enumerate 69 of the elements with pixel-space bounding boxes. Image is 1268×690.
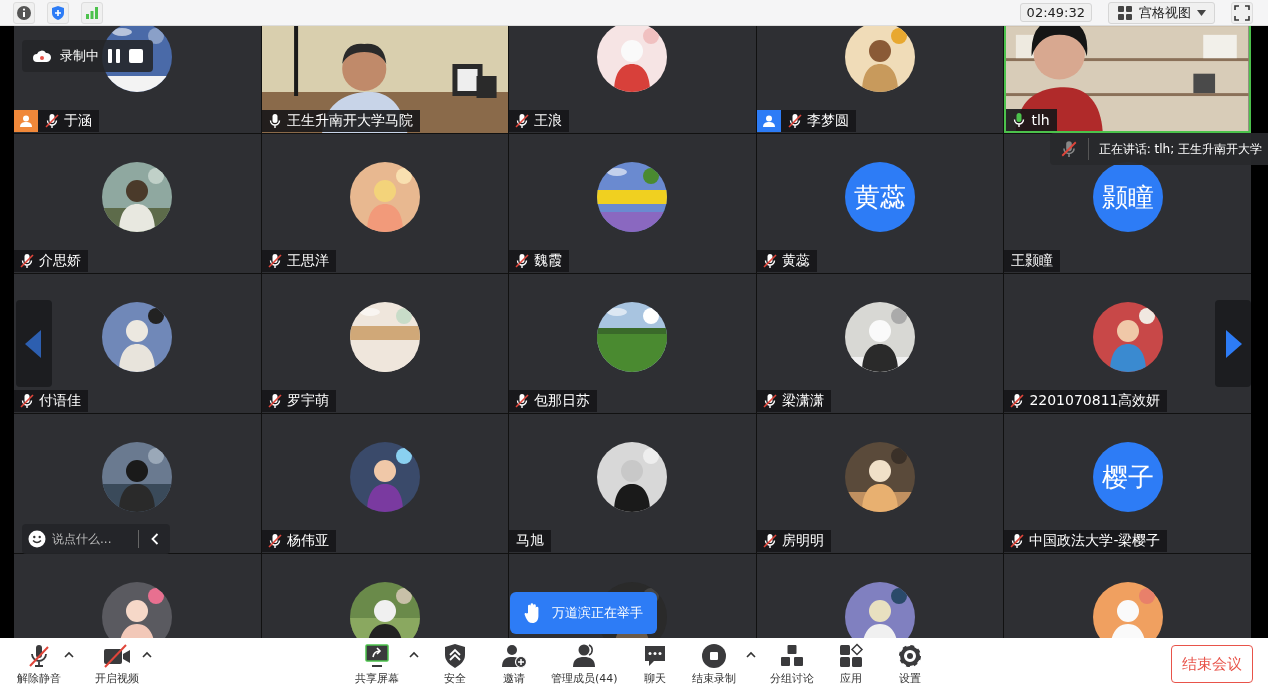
people-icon [571, 642, 598, 669]
stop-circle-icon [700, 642, 727, 669]
screen-arrow-icon [364, 642, 390, 669]
view-button[interactable]: 宫格视图 [1108, 1, 1215, 24]
toolbar-button[interactable]: 应用 [825, 642, 876, 686]
dropdown-arrow-icon [1197, 9, 1206, 16]
security-button[interactable] [47, 1, 69, 24]
toolbar-button[interactable]: 结束录制 [688, 642, 739, 686]
toolbar-button[interactable]: 安全 [430, 642, 480, 686]
participant-name: tlh [1031, 112, 1050, 128]
recording-status: 录制中 [60, 47, 99, 65]
end-meeting-button[interactable]: 结束会议 [1171, 645, 1253, 683]
pause-button[interactable] [107, 48, 121, 64]
avatar: 颢瞳 [1092, 162, 1163, 232]
speaking-text: 正在讲话: tlh; 王生升南开大学 [1098, 140, 1262, 158]
participant-name: 黄蕊 [781, 252, 810, 270]
caret-icon[interactable] [64, 650, 74, 658]
squares-icon [778, 642, 805, 669]
toolbar-button[interactable]: 聊天 [629, 642, 680, 686]
settings-icon [896, 642, 923, 669]
participant-name: 于涵 [64, 112, 92, 130]
participant-name: 房明明 [781, 532, 824, 550]
meeting-timer: 02:49:32 [1019, 3, 1092, 22]
participant-name: 王浪 [534, 112, 563, 130]
previous-page-button[interactable] [16, 300, 52, 387]
muted-mic-icon [1059, 140, 1078, 158]
apps-icon [837, 642, 864, 669]
toolbar-button[interactable]: 开启视频 [92, 642, 142, 686]
grid-icon [1117, 4, 1133, 21]
participant-name: 王思洋 [286, 252, 329, 270]
participant-name: 包那日苏 [534, 392, 591, 410]
info-icon [16, 4, 32, 21]
avatar: 樱子 [1092, 442, 1163, 512]
participant-name: 付语佳 [39, 392, 81, 410]
info-button[interactable] [13, 1, 35, 24]
muted-mic-icon [26, 642, 52, 669]
caret-icon[interactable] [745, 650, 756, 658]
caret-icon[interactable] [142, 650, 152, 658]
right-triangle-icon [1224, 329, 1242, 358]
participant-name: 王生升南开大学马院 [286, 112, 413, 130]
participant-name: 魏霞 [534, 252, 563, 270]
participant-name: 王颢瞳 [1011, 252, 1054, 270]
fullscreen-button[interactable] [1231, 1, 1253, 24]
caret-icon[interactable] [409, 650, 419, 658]
fullscreen-icon [1234, 4, 1250, 21]
participant-name: 梁潇潇 [781, 392, 824, 410]
toolbar-button[interactable]: 邀请 [489, 642, 539, 686]
toolbar-button[interactable]: 共享屏幕 [352, 642, 402, 686]
shield-icon [442, 642, 468, 669]
participant-name: 罗宇萌 [286, 392, 329, 410]
raised-hand-text: 万道滨正在举手 [552, 604, 643, 622]
toolbar-button[interactable]: 解除静音 [14, 642, 64, 686]
add-person-icon [501, 642, 527, 669]
toolbar-button[interactable]: 设置 [884, 642, 935, 686]
cloud-icon [32, 49, 52, 63]
participant-name: 介思娇 [39, 252, 81, 270]
shield-icon [50, 4, 66, 21]
crossed-camera-icon [102, 642, 132, 669]
toolbar-button[interactable]: 分组讨论 [766, 642, 817, 686]
participant-name: 中国政法大学-梁樱子 [1029, 532, 1161, 550]
next-page-button[interactable] [1215, 300, 1251, 387]
avatar: 黄蕊 [845, 162, 916, 232]
left-triangle-icon [25, 329, 43, 358]
participant-name: 马旭 [516, 532, 545, 550]
signal-icon [84, 4, 100, 21]
participant-name: 李梦圆 [806, 112, 849, 130]
toolbar-button[interactable]: 管理成员(44) [548, 642, 621, 686]
participant-name: 杨伟亚 [286, 532, 329, 550]
participant-name: 2201070811高效妍 [1029, 392, 1161, 410]
